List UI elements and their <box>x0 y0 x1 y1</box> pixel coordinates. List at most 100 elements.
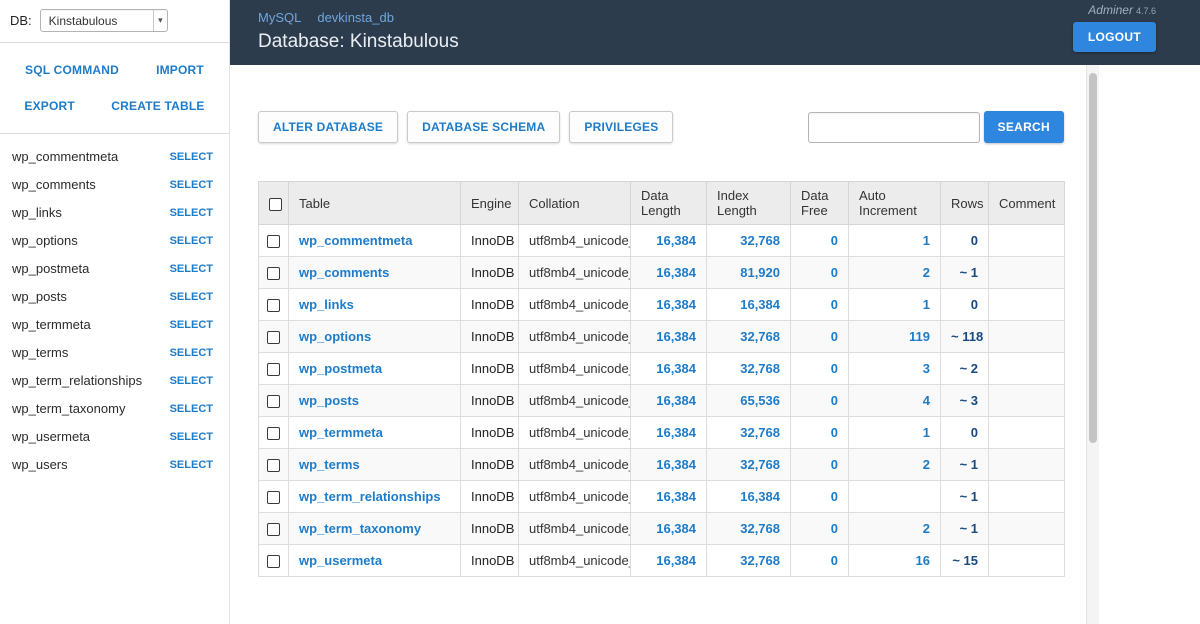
cell-table[interactable]: wp_links <box>299 297 354 312</box>
breadcrumb-database-link[interactable]: devkinsta_db <box>317 10 394 25</box>
sidebar-table-name[interactable]: wp_term_taxonomy <box>12 400 125 418</box>
sidebar-table-name[interactable]: wp_termmeta <box>12 316 91 334</box>
sidebar-select-link[interactable]: SELECT <box>170 372 213 390</box>
cell-table[interactable]: wp_terms <box>299 457 360 472</box>
cell-auto-increment[interactable]: 2 <box>923 457 930 472</box>
row-checkbox[interactable] <box>267 427 280 441</box>
cell-rows[interactable]: ~ 118 <box>940 320 989 353</box>
cell-data-free[interactable]: 0 <box>831 265 838 280</box>
cell-data-length[interactable]: 16,384 <box>656 521 696 536</box>
cell-rows[interactable]: ~ 1 <box>940 448 989 481</box>
vertical-scrollbar[interactable] <box>1086 65 1099 624</box>
sidebar-table-name[interactable]: wp_usermeta <box>12 428 90 446</box>
cell-index-length[interactable]: 32,768 <box>740 329 780 344</box>
cell-data-length[interactable]: 16,384 <box>656 233 696 248</box>
row-checkbox[interactable] <box>267 395 280 409</box>
cell-index-length[interactable]: 32,768 <box>740 553 780 568</box>
cell-table[interactable]: wp_termmeta <box>299 425 383 440</box>
cell-index-length[interactable]: 32,768 <box>740 521 780 536</box>
sidebar-table-name[interactable]: wp_comments <box>12 176 96 194</box>
import-link[interactable]: IMPORT <box>156 63 204 77</box>
cell-auto-increment[interactable]: 1 <box>923 233 930 248</box>
cell-auto-increment[interactable]: 1 <box>923 297 930 312</box>
cell-rows[interactable]: ~ 1 <box>940 480 989 513</box>
cell-rows[interactable]: 0 <box>940 416 989 449</box>
export-link[interactable]: EXPORT <box>24 99 75 113</box>
cell-auto-increment[interactable]: 2 <box>923 265 930 280</box>
cell-data-free[interactable]: 0 <box>831 393 838 408</box>
cell-data-free[interactable]: 0 <box>831 553 838 568</box>
row-checkbox[interactable] <box>267 267 280 281</box>
breadcrumb-server-link[interactable]: MySQL <box>258 10 301 25</box>
sidebar-table-name[interactable]: wp_links <box>12 204 62 222</box>
cell-auto-increment[interactable]: 4 <box>923 393 930 408</box>
cell-table[interactable]: wp_commentmeta <box>299 233 412 248</box>
cell-index-length[interactable]: 16,384 <box>740 489 780 504</box>
cell-auto-increment[interactable]: 16 <box>916 553 930 568</box>
cell-rows[interactable]: ~ 3 <box>940 384 989 417</box>
cell-data-length[interactable]: 16,384 <box>656 425 696 440</box>
search-input[interactable] <box>807 111 980 143</box>
sidebar-select-link[interactable]: SELECT <box>170 400 213 418</box>
cell-data-length[interactable]: 16,384 <box>656 457 696 472</box>
row-checkbox[interactable] <box>267 555 280 569</box>
sidebar-select-link[interactable]: SELECT <box>170 176 213 194</box>
cell-data-free[interactable]: 0 <box>831 329 838 344</box>
cell-index-length[interactable]: 81,920 <box>740 265 780 280</box>
cell-data-free[interactable]: 0 <box>831 425 838 440</box>
sidebar-select-link[interactable]: SELECT <box>170 428 213 446</box>
sql-command-link[interactable]: SQL COMMAND <box>25 63 119 77</box>
cell-data-length[interactable]: 16,384 <box>656 393 696 408</box>
cell-auto-increment[interactable]: 119 <box>909 329 930 344</box>
row-checkbox[interactable] <box>267 363 280 377</box>
cell-table[interactable]: wp_options <box>299 329 371 344</box>
cell-data-length[interactable]: 16,384 <box>656 297 696 312</box>
cell-data-length[interactable]: 16,384 <box>656 361 696 376</box>
sidebar-table-name[interactable]: wp_postmeta <box>12 260 89 278</box>
cell-data-length[interactable]: 16,384 <box>656 329 696 344</box>
cell-index-length[interactable]: 16,384 <box>740 297 780 312</box>
cell-data-length[interactable]: 16,384 <box>656 489 696 504</box>
cell-table[interactable]: wp_comments <box>299 265 389 280</box>
cell-data-free[interactable]: 0 <box>831 361 838 376</box>
search-button[interactable]: SEARCH <box>983 111 1064 143</box>
cell-rows[interactable]: ~ 1 <box>940 512 989 545</box>
cell-data-free[interactable]: 0 <box>831 489 838 504</box>
cell-table[interactable]: wp_posts <box>299 393 359 408</box>
alter-database-button[interactable]: ALTER DATABASE <box>258 111 399 143</box>
db-select[interactable]: Kinstabulous ▾ <box>39 9 168 32</box>
sidebar-select-link[interactable]: SELECT <box>170 148 213 166</box>
cell-index-length[interactable]: 32,768 <box>740 361 780 376</box>
sidebar-table-name[interactable]: wp_posts <box>12 288 67 306</box>
row-checkbox[interactable] <box>267 235 280 249</box>
scrollbar-thumb[interactable] <box>1089 73 1097 443</box>
sidebar-select-link[interactable]: SELECT <box>170 344 213 362</box>
cell-table[interactable]: wp_postmeta <box>299 361 382 376</box>
cell-rows[interactable]: 0 <box>940 288 989 321</box>
cell-data-length[interactable]: 16,384 <box>656 553 696 568</box>
logout-button[interactable]: LOGOUT <box>1072 22 1156 52</box>
sidebar-table-name[interactable]: wp_users <box>12 456 68 474</box>
sidebar-table-name[interactable]: wp_terms <box>12 344 68 362</box>
sidebar-select-link[interactable]: SELECT <box>170 316 213 334</box>
sidebar-select-link[interactable]: SELECT <box>170 456 213 474</box>
sidebar-select-link[interactable]: SELECT <box>170 204 213 222</box>
sidebar-select-link[interactable]: SELECT <box>170 232 213 250</box>
privileges-button[interactable]: PRIVILEGES <box>569 111 674 143</box>
cell-auto-increment[interactable]: 3 <box>923 361 930 376</box>
cell-rows[interactable]: 0 <box>940 224 989 257</box>
cell-rows[interactable]: ~ 2 <box>940 352 989 385</box>
row-checkbox[interactable] <box>267 491 280 505</box>
cell-data-length[interactable]: 16,384 <box>656 265 696 280</box>
sidebar-table-name[interactable]: wp_term_relationships <box>12 372 142 390</box>
row-checkbox[interactable] <box>267 331 280 345</box>
cell-rows[interactable]: ~ 15 <box>940 544 989 577</box>
sidebar-table-name[interactable]: wp_options <box>12 232 78 250</box>
database-schema-button[interactable]: DATABASE SCHEMA <box>407 111 561 143</box>
cell-data-free[interactable]: 0 <box>831 521 838 536</box>
cell-data-free[interactable]: 0 <box>831 297 838 312</box>
create-table-link[interactable]: CREATE TABLE <box>111 99 204 113</box>
cell-index-length[interactable]: 32,768 <box>740 425 780 440</box>
cell-index-length[interactable]: 32,768 <box>740 457 780 472</box>
row-checkbox[interactable] <box>267 523 280 537</box>
